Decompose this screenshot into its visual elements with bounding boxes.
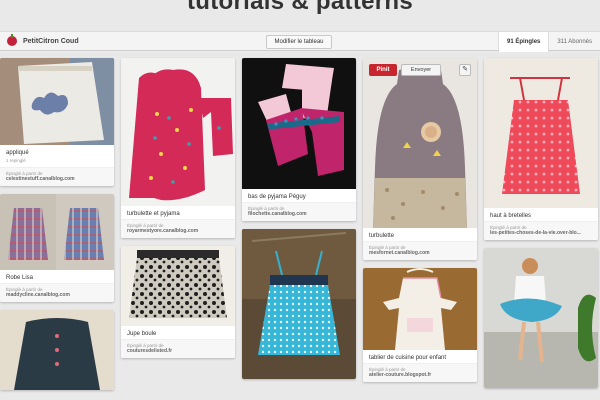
turbulette-photo: [363, 58, 477, 228]
pin-column-2: turbulette et pyjama Épinglé à partir de…: [121, 58, 235, 366]
board-header-bar: PetitCitron Coud Modifier le tableau 91 …: [0, 31, 600, 52]
pin-source-site[interactable]: atelier-couture.blogspot.fr: [369, 372, 471, 378]
pin-description: appliqué: [6, 150, 29, 156]
pin-card[interactable]: [484, 248, 598, 388]
pin-source-site[interactable]: couturesdelisted.fr: [127, 348, 229, 354]
board-owner[interactable]: PetitCitron Coud: [7, 34, 79, 46]
pin-card[interactable]: haut à bretelles Épinglé à partir de les…: [484, 58, 598, 240]
navy-dress-photo: [0, 310, 114, 390]
owner-avatar-icon[interactable]: [7, 34, 17, 46]
pin-card[interactable]: [0, 310, 114, 390]
pin-image[interactable]: [484, 58, 598, 208]
pin-description: turbulette: [369, 233, 395, 239]
pin-image[interactable]: [121, 246, 235, 326]
pin-source[interactable]: Épinglé à partir de les-petites-choses-d…: [484, 221, 598, 240]
pin-card[interactable]: Robe Lisa Épinglé à partir de maddycline…: [0, 194, 114, 302]
followers-count-tab[interactable]: 311 Abonnés: [548, 32, 600, 52]
pin-source[interactable]: Épinglé à partir de mesfornet.canalblog.…: [363, 241, 477, 260]
edit-pin-icon[interactable]: ✎: [459, 64, 471, 76]
pin-source-site[interactable]: maddycline.canalblog.com: [6, 292, 108, 298]
pin-source-site[interactable]: mesfornet.canalblog.com: [369, 250, 471, 256]
pin-image[interactable]: [242, 58, 356, 189]
pin-description: Jupe boule: [127, 331, 157, 337]
pin-source[interactable]: Épinglé à partir de atelier-couture.blog…: [363, 363, 477, 382]
pin-source[interactable]: Épinglé à partir de celestinestuff.canal…: [0, 167, 114, 186]
pin-description: bas de pyjama Péguy: [248, 194, 306, 200]
dresses-photo: [0, 194, 114, 270]
board-title: tutorials & patterns: [186, 0, 414, 15]
blue-top-photo: [242, 229, 356, 379]
pin-description: Robe Lisa: [6, 275, 34, 281]
pin-image[interactable]: Pinit Envoyer ✎: [363, 58, 477, 228]
pin-column-3: bas de pyjama Péguy Épinglé à partir de …: [242, 58, 356, 387]
pin-image[interactable]: [363, 268, 477, 350]
edit-board-button[interactable]: Modifier le tableau: [266, 35, 332, 49]
pin-image[interactable]: [0, 310, 114, 390]
send-button[interactable]: Envoyer: [401, 64, 441, 76]
pin-description: tablier de cuisine pour enfant: [369, 355, 447, 361]
pin-image[interactable]: [484, 248, 598, 388]
pin-repin-count: 1 repinglé: [6, 158, 26, 163]
twirling-girl-photo: [484, 248, 598, 388]
pin-source-site[interactable]: filochette.canalblog.com: [248, 211, 350, 217]
pin-card[interactable]: turbulette et pyjama Épinglé à partir de…: [121, 58, 235, 238]
pin-image[interactable]: [121, 58, 235, 206]
pin-source-site[interactable]: les-petites-choses-de-la-vie.over-blo...: [490, 230, 592, 236]
pin-description: haut à bretelles: [490, 213, 532, 219]
pin-column-1: appliqué 1 repinglé Épinglé à partir de …: [0, 58, 114, 398]
appliquee-photo: [0, 58, 114, 145]
pin-card[interactable]: appliqué 1 repinglé Épinglé à partir de …: [0, 58, 114, 186]
apron-photo: [363, 268, 477, 350]
pin-image[interactable]: [0, 194, 114, 270]
pin-card[interactable]: bas de pyjama Péguy Épinglé à partir de …: [242, 58, 356, 221]
pin-source[interactable]: Épinglé à partir de filochette.canalblog…: [242, 202, 356, 221]
red-top-photo: [484, 58, 598, 208]
pyjama-pants-photo: [242, 58, 356, 189]
board-stats: 91 Épingles 311 Abonnés: [498, 32, 600, 52]
pin-image[interactable]: [0, 58, 114, 145]
sleep-sack-photo: [121, 58, 235, 206]
pin-source-site[interactable]: royarmestyore.canalblog.com: [127, 228, 229, 234]
pin-source[interactable]: Épinglé à partir de couturesdelisted.fr: [121, 339, 235, 358]
pin-card[interactable]: Pinit Envoyer ✎ turbulette Épinglé à par…: [363, 58, 477, 260]
pin-column-5: haut à bretelles Épinglé à partir de les…: [484, 58, 598, 396]
pin-column-4: Pinit Envoyer ✎ turbulette Épinglé à par…: [363, 58, 477, 390]
pin-card[interactable]: [242, 229, 356, 379]
pins-count-tab[interactable]: 91 Épingles: [498, 32, 549, 52]
pin-source-site[interactable]: celestinestuff.canalblog.com: [6, 176, 108, 182]
pin-image[interactable]: [242, 229, 356, 379]
pin-description: turbulette et pyjama: [127, 211, 180, 217]
pin-source[interactable]: Épinglé à partir de maddycline.canalblog…: [0, 283, 114, 302]
pin-source[interactable]: Épinglé à partir de royarmestyore.canalb…: [121, 219, 235, 238]
skirt-photo: [121, 246, 235, 326]
pin-card[interactable]: tablier de cuisine pour enfant Épinglé à…: [363, 268, 477, 382]
owner-name[interactable]: PetitCitron Coud: [23, 38, 79, 45]
pin-card[interactable]: Jupe boule Épinglé à partir de couturesd…: [121, 246, 235, 358]
pinit-button[interactable]: Pinit: [369, 64, 397, 76]
